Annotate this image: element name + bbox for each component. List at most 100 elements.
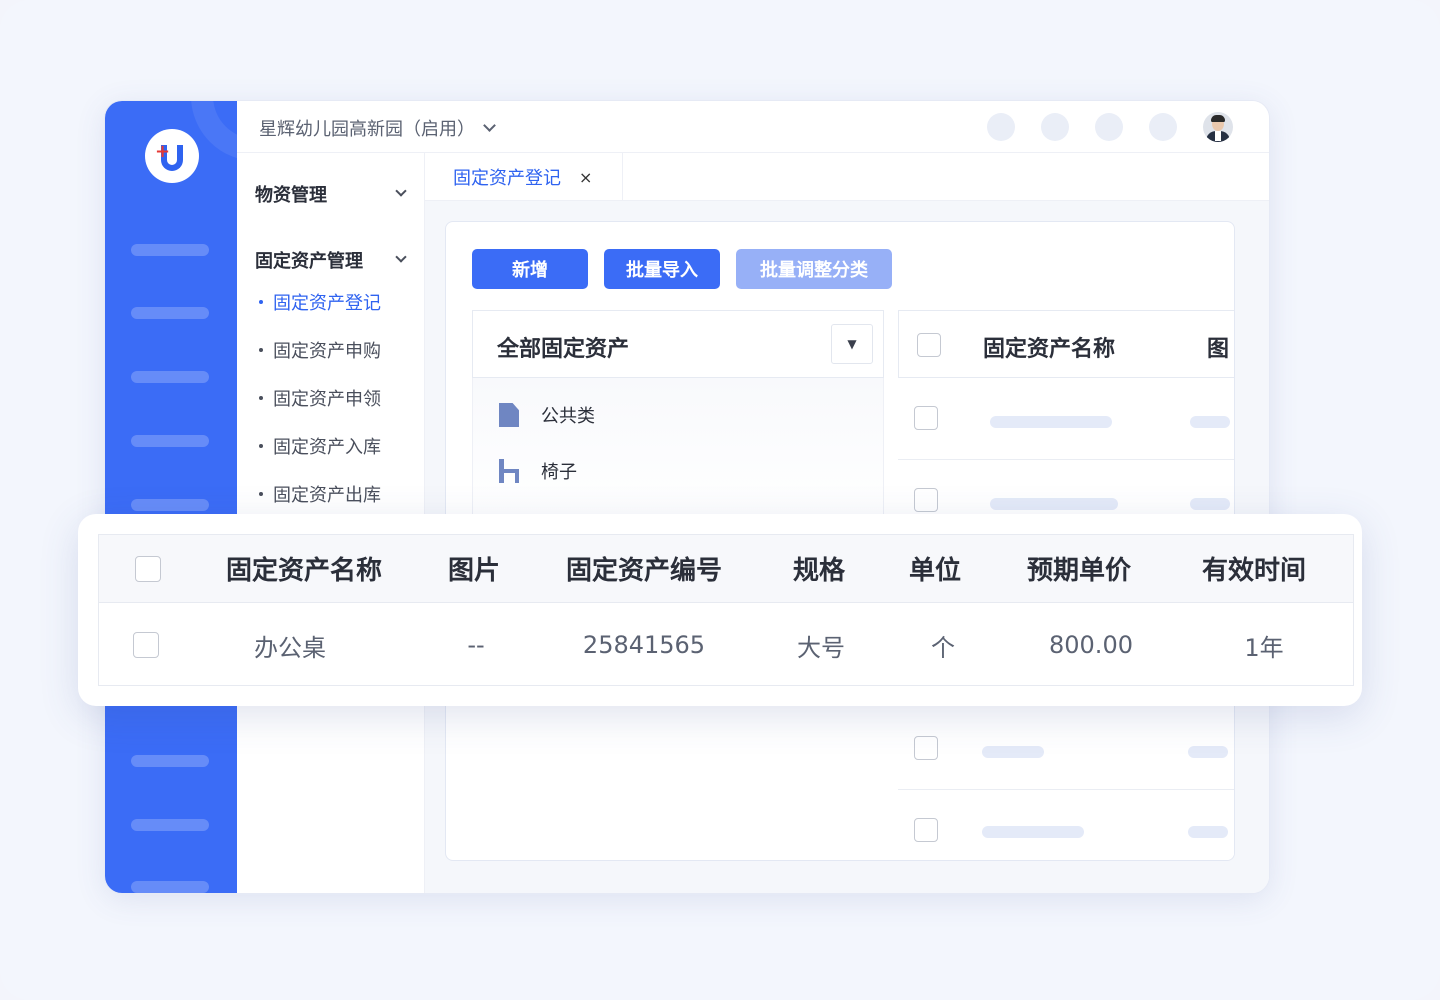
header-checkbox-cell — [119, 535, 177, 602]
tree-node-label: 公共类 — [541, 406, 595, 427]
user-avatar[interactable] — [1203, 112, 1233, 142]
toolbar-icon-placeholder[interactable] — [987, 113, 1015, 141]
row-checkbox[interactable] — [914, 818, 938, 842]
text-placeholder — [1190, 416, 1230, 428]
sidebar-item-label: 固定资产申领 — [273, 389, 381, 410]
row-checkbox[interactable] — [133, 632, 159, 658]
sidebar-item-label: 固定资产入库 — [273, 437, 381, 458]
chair-icon — [499, 459, 519, 483]
table-row[interactable] — [898, 378, 1234, 460]
toolbar-icon-placeholder[interactable] — [1095, 113, 1123, 141]
rail-nav-placeholder[interactable] — [131, 755, 209, 767]
column-header-image: 图 — [1207, 337, 1230, 362]
batch-reclassify-button[interactable]: 批量调整分类 — [736, 249, 892, 289]
cell-validity: 1年 — [1244, 633, 1284, 662]
tree-node-label: 椅子 — [541, 462, 577, 483]
column-header-price: 预期单价 — [1026, 556, 1131, 586]
column-header-image: 图片 — [447, 556, 500, 586]
row-checkbox[interactable] — [914, 736, 938, 760]
menu-group-supplies[interactable]: 物资管理 — [255, 181, 425, 207]
row-checkbox[interactable] — [914, 406, 938, 430]
bullet-icon — [259, 396, 263, 400]
rail-nav-placeholder[interactable] — [131, 881, 209, 893]
toolbar-icon-placeholder[interactable] — [1041, 113, 1069, 141]
cell-code: 25841565 — [582, 631, 706, 659]
asset-table: 固定资产名称 图片 固定资产编号 规格 单位 预期单价 有效时间 办公桌 -- … — [98, 534, 1354, 686]
text-placeholder — [1190, 498, 1230, 510]
org-switcher[interactable]: 星辉幼儿园高新园（启用） — [259, 115, 496, 141]
chevron-down-icon — [483, 118, 496, 132]
column-header-name: 固定资产名称 — [225, 556, 382, 586]
row-checkbox[interactable] — [914, 488, 938, 512]
table-header: 固定资产名称 图片 固定资产编号 规格 单位 预期单价 有效时间 — [99, 535, 1353, 603]
avatar-hair — [1211, 115, 1225, 122]
rail-nav-placeholder[interactable] — [131, 435, 209, 447]
text-placeholder — [990, 498, 1118, 510]
category-tree: 公共类 椅子 — [472, 378, 884, 518]
text-placeholder — [1188, 826, 1228, 838]
table-row[interactable] — [898, 790, 1234, 860]
select-all-checkbox[interactable] — [917, 333, 941, 357]
rail-nav-placeholder[interactable] — [131, 371, 209, 383]
column-header-unit: 单位 — [908, 556, 961, 586]
rail-nav-placeholder[interactable] — [131, 244, 209, 256]
sidebar-item-purchase[interactable]: 固定资产申购 — [259, 337, 381, 363]
tab-asset-register[interactable]: 固定资产登记 × — [425, 153, 623, 201]
cell-spec: 大号 — [797, 633, 845, 662]
tree-node-chair[interactable]: 椅子 — [499, 458, 577, 484]
toolbar-icon-placeholder[interactable] — [1149, 113, 1177, 141]
menu-group-label: 物资管理 — [255, 185, 327, 206]
cell-name: 办公桌 — [254, 633, 326, 662]
text-placeholder — [982, 826, 1084, 838]
highlight-table-card: 固定资产名称 图片 固定资产编号 规格 单位 预期单价 有效时间 办公桌 -- … — [78, 514, 1362, 706]
bullet-icon — [259, 492, 263, 496]
column-header-name: 固定资产名称 — [983, 337, 1116, 362]
column-header-code: 固定资产编号 — [565, 556, 722, 586]
app-window: + 星辉幼儿园高新园（启用） 物资管理 固定资产管理 固定资产登记 固定资产申购… — [104, 100, 1270, 894]
cell-image: -- — [467, 631, 485, 659]
menu-group-fixed-assets[interactable]: 固定资产管理 — [255, 247, 425, 273]
tab-bar: 固定资产登记 × — [425, 153, 1269, 201]
avatar-collar — [1215, 131, 1221, 141]
rail-nav-placeholder[interactable] — [131, 307, 209, 319]
text-placeholder — [982, 746, 1044, 758]
cell-price: 800.00 — [1049, 631, 1133, 659]
table-row[interactable]: 办公桌 -- 25841565 大号 个 800.00 1年 — [99, 603, 1353, 685]
rail-nav-placeholder[interactable] — [131, 819, 209, 831]
sidebar-item-stock-out[interactable]: 固定资产出库 — [259, 481, 381, 507]
tab-label: 固定资产登记 — [453, 168, 561, 189]
batch-import-button[interactable]: 批量导入 — [604, 249, 720, 289]
sidebar-item-label: 固定资产出库 — [273, 485, 381, 506]
sidebar-item-requisition[interactable]: 固定资产申领 — [259, 385, 381, 411]
tree-filter-dropdown[interactable]: ▼ — [831, 324, 873, 364]
tree-title: 全部固定资产 — [497, 337, 630, 362]
caret-down-icon: ▼ — [847, 337, 857, 351]
table-row[interactable] — [898, 708, 1234, 790]
column-header-validity: 有效时间 — [1201, 556, 1306, 586]
app-logo[interactable]: + — [145, 129, 199, 183]
sidebar-item-label: 固定资产登记 — [273, 293, 381, 314]
add-button[interactable]: 新增 — [472, 249, 588, 289]
rail-nav-placeholder[interactable] — [131, 499, 209, 511]
sidebar-item-stock-in[interactable]: 固定资产入库 — [259, 433, 381, 459]
close-icon[interactable]: × — [579, 168, 592, 187]
row-checkbox-cell — [117, 603, 175, 685]
column-header-spec: 规格 — [792, 556, 845, 586]
top-bar: 星辉幼儿园高新园（启用） — [237, 101, 1269, 153]
cell-unit: 个 — [931, 633, 955, 662]
sidebar-item-register[interactable]: 固定资产登记 — [259, 289, 381, 315]
tree-node-public[interactable]: 公共类 — [499, 402, 595, 428]
logo-plus-icon: + — [155, 141, 171, 162]
bullet-icon — [259, 348, 263, 352]
sidebar-item-label: 固定资产申购 — [273, 341, 381, 362]
bullet-icon — [259, 444, 263, 448]
text-placeholder — [990, 416, 1112, 428]
select-all-checkbox[interactable] — [135, 555, 161, 582]
text-placeholder — [1188, 746, 1228, 758]
bullet-icon — [259, 300, 263, 304]
category-tree-header: 全部固定资产 ▼ — [472, 310, 884, 378]
nav-rail: + — [105, 101, 237, 893]
chevron-down-icon — [395, 251, 407, 263]
asset-grid-header: 固定资产名称 图 — [898, 310, 1234, 378]
org-name-label: 星辉幼儿园高新园（启用） — [259, 119, 475, 140]
